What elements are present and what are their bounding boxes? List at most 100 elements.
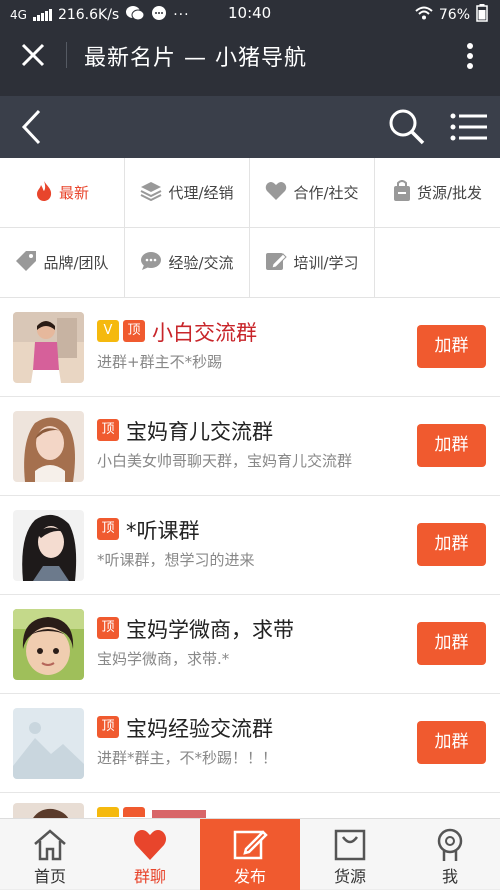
heart-icon [265, 181, 287, 205]
tab-supply[interactable]: 货源 [300, 819, 400, 890]
group-desc: 进群+群主不*秒踢 [97, 353, 223, 371]
vip-badge-partial [97, 807, 119, 817]
site-nav [0, 96, 500, 158]
group-name: 小白交流群 [152, 321, 257, 345]
category-label: 品牌/团队 [43, 254, 109, 272]
tab-label: 我 [441, 867, 458, 886]
heart-icon [133, 830, 167, 860]
avatar [13, 312, 84, 383]
join-group-button[interactable]: 加群 [417, 622, 486, 665]
tab-label: 首页 [33, 867, 66, 886]
group-desc: 小白美女帅哥聊天群，宝妈育儿交流群 [97, 452, 353, 470]
close-icon[interactable] [18, 40, 48, 70]
tab-label: 发布 [233, 867, 266, 886]
badge-group: 顶 [97, 419, 119, 441]
category-supply[interactable]: 货源/批发 [375, 158, 500, 228]
network-type: 4G [10, 8, 27, 22]
tab-group-chat[interactable]: 群聊 [100, 819, 200, 890]
top-badge: 顶 [97, 617, 119, 639]
header-divider [66, 42, 67, 68]
avatar [13, 803, 84, 818]
avatar [13, 609, 84, 680]
join-group-button[interactable]: 加群 [417, 424, 486, 467]
tag-icon [15, 250, 37, 276]
bag-icon [334, 829, 366, 861]
wechat-notify-icon [125, 5, 145, 25]
battery-level: 76% [438, 7, 470, 23]
list-menu-icon[interactable] [450, 112, 488, 146]
badge-group: V 顶 [97, 320, 145, 342]
category-label: 培训/学习 [293, 254, 359, 272]
list-item[interactable]: 顶 宝妈育儿交流群 小白美女帅哥聊天群，宝妈育儿交流群 加群 [0, 397, 500, 496]
tab-publish[interactable]: 发布 [200, 819, 300, 890]
category-label: 合作/社交 [293, 184, 359, 202]
category-cooperation[interactable]: 合作/社交 [250, 158, 375, 228]
category-latest[interactable]: 最新 [0, 158, 125, 228]
category-label: 货源/批发 [416, 184, 483, 202]
bottom-tab-bar: 首页 群聊 发布 货源 我 [0, 818, 500, 890]
edit-icon [265, 250, 288, 276]
battery-icon [476, 4, 488, 26]
layers-icon [140, 181, 162, 205]
list-item[interactable]: 顶 宝妈经验交流群 进群*群主，不*秒踢！！！ 加群 [0, 694, 500, 793]
vip-badge: V [97, 320, 119, 342]
category-empty [375, 228, 500, 298]
badge-group: 顶 [97, 716, 119, 738]
user-icon [437, 828, 463, 861]
category-experience[interactable]: 经验/交流 [125, 228, 250, 298]
group-list: V 顶 小白交流群 进群+群主不*秒踢 加群 顶 宝妈育儿交流群 小白美女帅哥聊… [0, 298, 500, 818]
header-spacer [0, 78, 500, 96]
group-name-partial [152, 810, 206, 818]
search-icon[interactable] [388, 108, 426, 150]
group-desc: 进群*群主，不*秒踢！！！ [97, 749, 278, 767]
edit-icon [233, 830, 268, 860]
back-icon[interactable] [20, 108, 42, 150]
more-menu-icon[interactable] [466, 42, 474, 74]
tab-me[interactable]: 我 [400, 819, 500, 890]
category-agent[interactable]: 代理/经销 [125, 158, 250, 228]
list-item-partial[interactable] [0, 793, 500, 818]
category-brand[interactable]: 品牌/团队 [0, 228, 125, 298]
wifi-icon [415, 6, 433, 24]
category-label: 代理/经销 [168, 184, 234, 202]
list-item[interactable]: V 顶 小白交流群 进群+群主不*秒踢 加群 [0, 298, 500, 397]
clock: 10:40 [228, 4, 272, 22]
tab-home[interactable]: 首页 [0, 819, 100, 890]
home-icon [34, 829, 66, 861]
more-notify-icon: ··· [173, 7, 190, 23]
top-badge-partial [123, 807, 145, 817]
top-badge: 顶 [97, 716, 119, 738]
badge-group: 顶 [97, 617, 119, 639]
bag-icon [393, 179, 411, 206]
category-grid: 最新 代理/经销 合作/社交 货源/批发 品牌/团队 经验/交流 培训/学习 [0, 158, 500, 298]
wechat-header: 最新名片 — 小猪导航 [0, 28, 500, 78]
chat-icon [140, 251, 162, 275]
category-label: 最新 [58, 184, 89, 202]
category-training[interactable]: 培训/学习 [250, 228, 375, 298]
group-name: 宝妈经验交流群 [126, 717, 273, 741]
tab-label: 货源 [333, 867, 366, 886]
top-badge: 顶 [123, 320, 145, 342]
group-desc: *听课群，想学习的进来 [97, 551, 255, 569]
join-group-button[interactable]: 加群 [417, 325, 486, 368]
list-item[interactable]: 顶 宝妈学微商，求带 宝妈学微商，求带.* 加群 [0, 595, 500, 694]
signal-icon [32, 9, 52, 21]
group-name: 宝妈育儿交流群 [126, 420, 273, 444]
message-notify-icon [151, 5, 167, 25]
group-name: 宝妈学微商，求带 [126, 618, 294, 642]
page-title: 最新名片 — 小猪导航 [84, 46, 307, 71]
category-label: 经验/交流 [168, 254, 234, 272]
join-group-button[interactable]: 加群 [417, 523, 486, 566]
status-bar: 4G 216.6K/s ··· 10:40 76% [0, 0, 500, 28]
tab-label: 群聊 [133, 867, 166, 886]
group-desc: 宝妈学微商，求带.* [97, 650, 230, 668]
avatar [13, 411, 84, 482]
avatar [13, 510, 84, 581]
network-speed: 216.6K/s [57, 7, 120, 23]
top-badge: 顶 [97, 518, 119, 540]
group-name: *听课群 [126, 519, 200, 543]
fire-icon [35, 180, 53, 206]
list-item[interactable]: 顶 *听课群 *听课群，想学习的进来 加群 [0, 496, 500, 595]
top-badge: 顶 [97, 419, 119, 441]
join-group-button[interactable]: 加群 [417, 721, 486, 764]
